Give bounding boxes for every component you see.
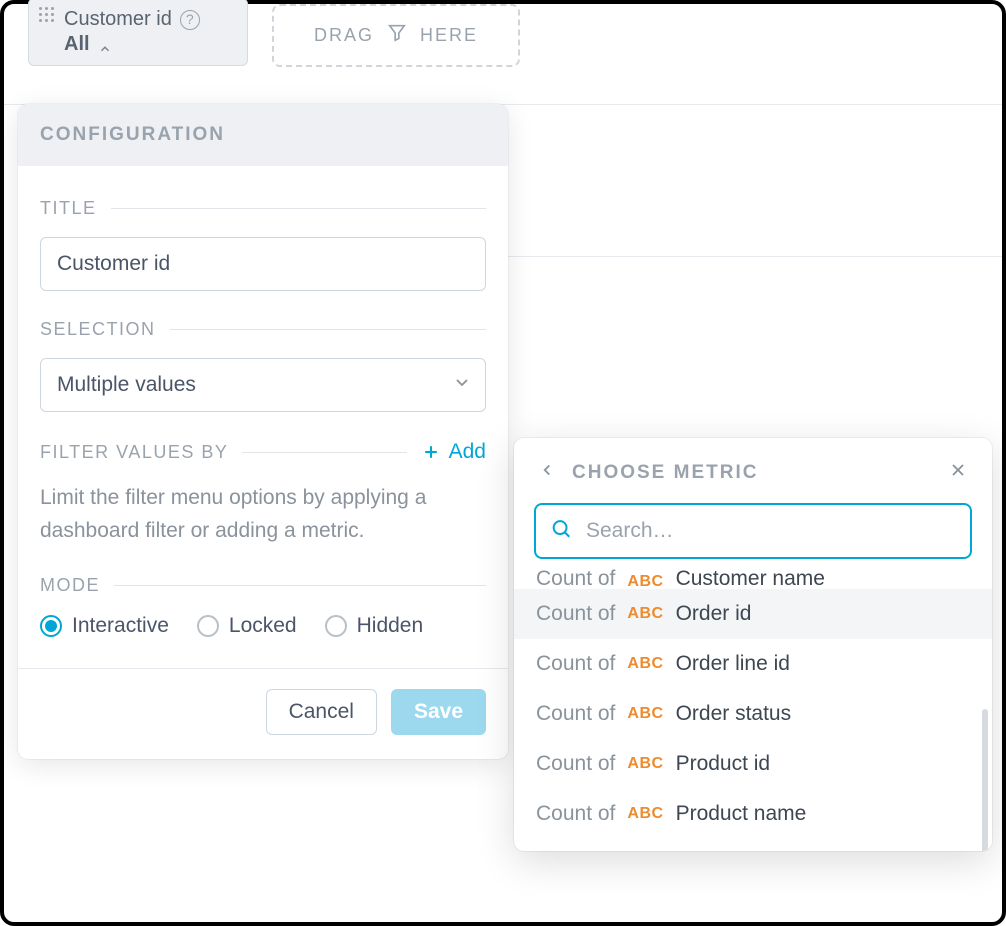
- metric-name: Order status: [676, 702, 792, 726]
- chevron-up-icon: [98, 38, 112, 52]
- metric-name: Order line id: [676, 652, 790, 676]
- title-section-label: TITLE: [40, 198, 97, 219]
- divider: [170, 329, 486, 330]
- mode-label: Locked: [229, 614, 297, 638]
- save-button[interactable]: Save: [391, 689, 486, 735]
- type-badge-abc: ABC: [627, 755, 663, 773]
- count-prefix: Count of: [536, 569, 615, 589]
- count-prefix: Count of: [536, 652, 615, 676]
- radio-icon: [325, 615, 347, 637]
- filter-dropzone[interactable]: DRAG HERE: [272, 4, 520, 67]
- config-header: CONFIGURATION: [18, 104, 508, 166]
- type-badge-abc: ABC: [627, 573, 663, 589]
- selection-value: Multiple values: [40, 358, 486, 412]
- metric-name: Order id: [676, 602, 752, 626]
- mode-radio-interactive[interactable]: Interactive: [40, 614, 169, 638]
- choose-metric-title: CHOOSE METRIC: [572, 462, 758, 484]
- mode-radio-hidden[interactable]: Hidden: [325, 614, 424, 638]
- metric-search-input[interactable]: [534, 503, 972, 559]
- add-filter-label: Add: [449, 440, 486, 464]
- metric-option[interactable]: Count of ABC Order line id: [514, 639, 992, 689]
- divider: [114, 585, 486, 586]
- metric-list: Count of ABC Customer name Count of ABC Or…: [514, 569, 992, 839]
- selection-dropdown[interactable]: Multiple values: [40, 358, 486, 412]
- cancel-button[interactable]: Cancel: [266, 689, 377, 735]
- divider: [242, 452, 406, 453]
- dropzone-text-right: HERE: [420, 25, 478, 46]
- filter-chip[interactable]: Customer id ? All: [28, 0, 248, 66]
- metric-option[interactable]: Count of ABC Product name: [514, 789, 992, 839]
- search-icon: [550, 518, 572, 545]
- close-button[interactable]: [948, 460, 968, 485]
- metric-name: Product name: [676, 802, 807, 826]
- radio-icon: [40, 615, 62, 637]
- count-prefix: Count of: [536, 602, 615, 626]
- configuration-panel: CONFIGURATION TITLE SELECTION Multiple v…: [18, 104, 508, 759]
- radio-icon: [197, 615, 219, 637]
- filter-values-section-label: FILTER VALUES BY: [40, 442, 228, 463]
- mode-radio-locked[interactable]: Locked: [197, 614, 297, 638]
- count-prefix: Count of: [536, 802, 615, 826]
- type-badge-abc: ABC: [627, 805, 663, 823]
- mode-label: Interactive: [72, 614, 169, 638]
- mode-label: Hidden: [357, 614, 424, 638]
- type-badge-abc: ABC: [627, 705, 663, 723]
- scrollbar[interactable]: [982, 709, 988, 851]
- mode-radio-group: Interactive Locked Hidden: [40, 614, 486, 638]
- metric-option[interactable]: Count of ABC Customer name: [514, 569, 992, 589]
- metric-name: Product id: [676, 752, 771, 776]
- type-badge-abc: ABC: [627, 605, 663, 623]
- title-input[interactable]: [40, 237, 486, 291]
- back-button[interactable]: [538, 461, 556, 484]
- drag-handle-icon[interactable]: [39, 7, 54, 57]
- funnel-icon: [386, 22, 408, 49]
- dropzone-text-left: DRAG: [314, 25, 374, 46]
- divider: [111, 208, 486, 209]
- filter-chip-value: All: [64, 32, 90, 57]
- divider: [484, 256, 1002, 257]
- filter-chip-title: Customer id: [64, 7, 172, 32]
- plus-icon: [421, 442, 441, 462]
- choose-metric-panel: CHOOSE METRIC Count of ABC Customer name…: [514, 438, 992, 851]
- help-icon[interactable]: ?: [180, 10, 200, 30]
- type-badge-abc: ABC: [627, 655, 663, 673]
- selection-section-label: SELECTION: [40, 319, 156, 340]
- filter-values-help-text: Limit the filter menu options by applyin…: [40, 482, 486, 547]
- mode-section-label: MODE: [40, 575, 100, 596]
- chevron-down-icon: [452, 373, 472, 398]
- count-prefix: Count of: [536, 752, 615, 776]
- metric-option[interactable]: Count of ABC Product id: [514, 739, 992, 789]
- metric-option[interactable]: Count of ABC Order id: [514, 589, 992, 639]
- count-prefix: Count of: [536, 702, 615, 726]
- add-filter-button[interactable]: Add: [421, 440, 486, 464]
- metric-name: Customer name: [676, 569, 825, 589]
- metric-option[interactable]: Count of ABC Order status: [514, 689, 992, 739]
